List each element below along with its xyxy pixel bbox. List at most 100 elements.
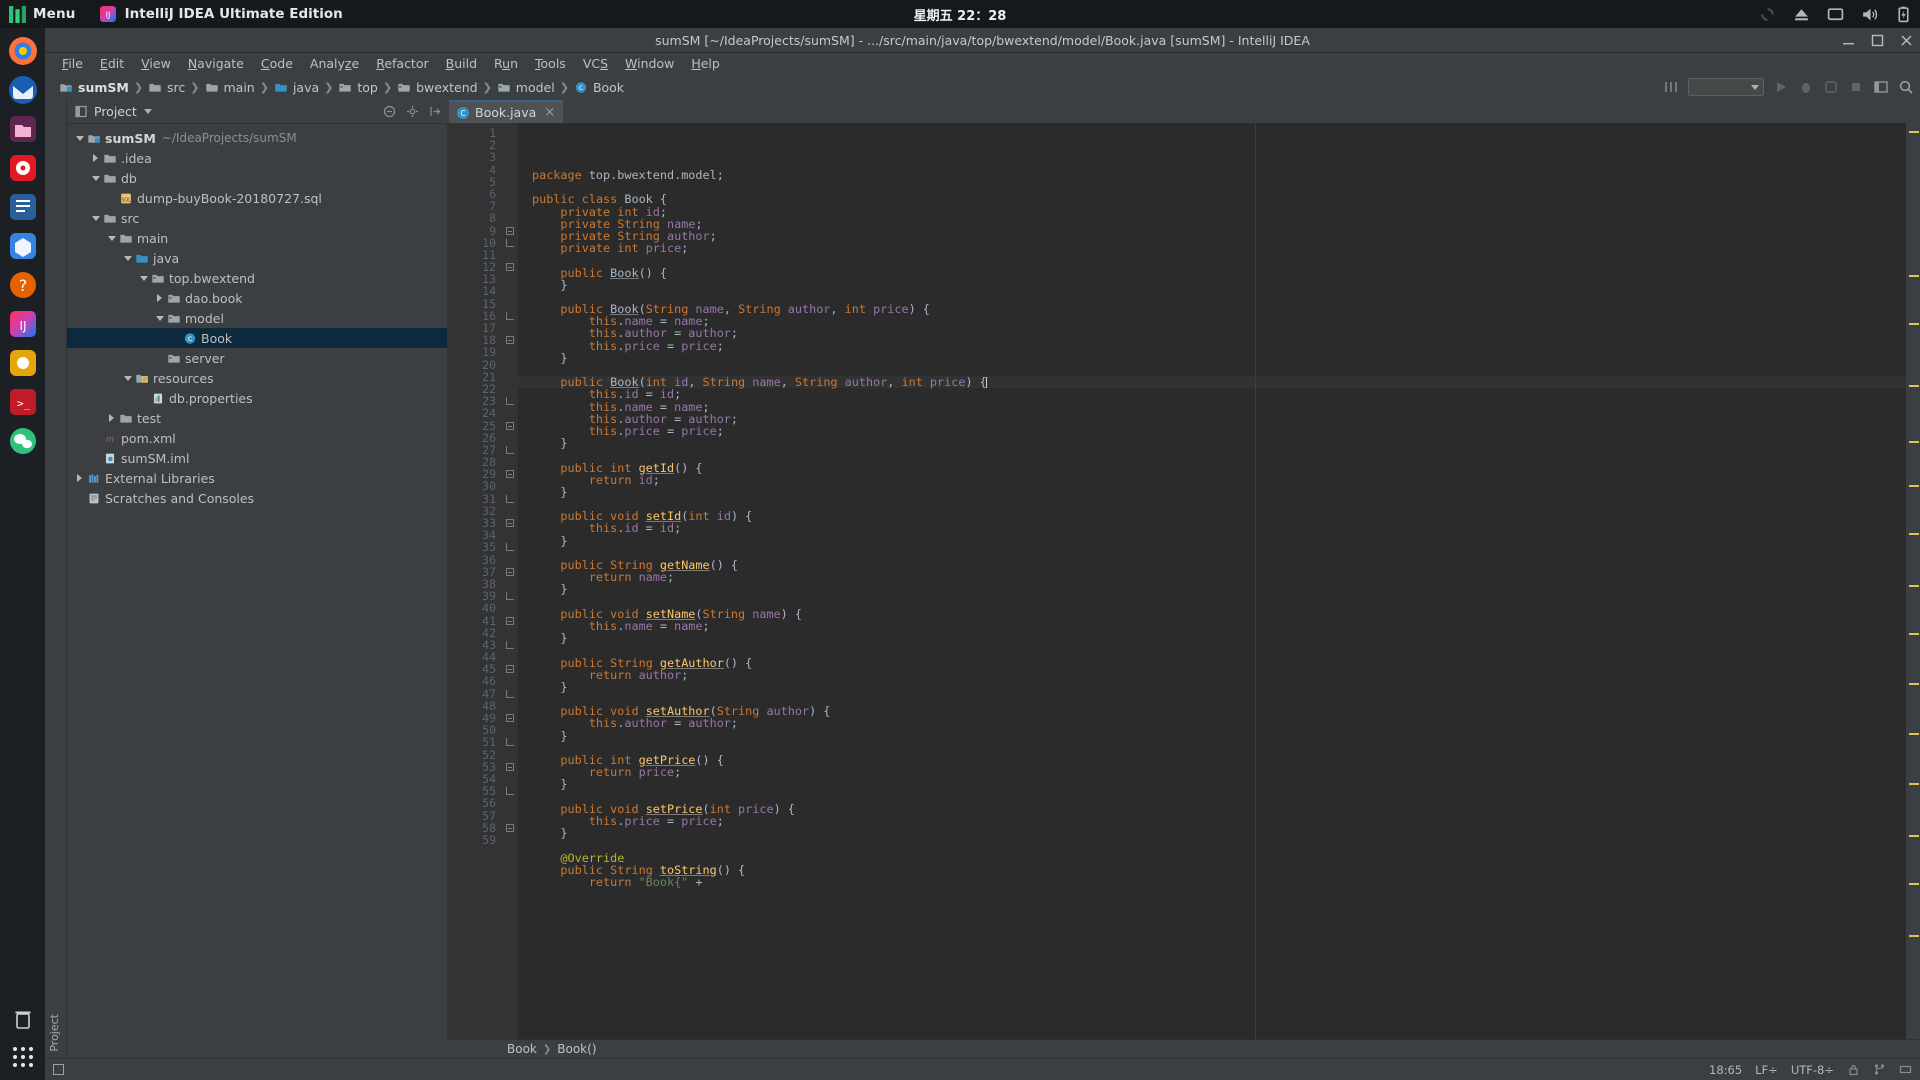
analysis-marker[interactable] [1909,883,1919,885]
active-app-entry[interactable]: IJ IntelliJ IDEA Ultimate Edition [99,6,343,22]
status-toggle-icon[interactable] [53,1064,64,1075]
terminal-icon[interactable]: >_ [6,385,40,419]
code-line[interactable]: } [518,583,1906,595]
fold-collapse-icon[interactable] [502,261,518,273]
tree-node[interactable]: main [67,228,447,248]
project-tree[interactable]: sumSM ~/IdeaProjects/sumSM .idea db SQL dump-… [67,124,447,1058]
chevron-down-icon[interactable] [143,109,152,114]
wechat-icon[interactable] [6,424,40,458]
code-line[interactable]: return "Book{" + [518,876,1906,888]
menu-run[interactable]: Run [486,54,526,73]
fold-end-icon[interactable] [502,541,518,553]
chevron-right-icon[interactable] [89,154,102,162]
tree-node[interactable]: db.properties [67,388,447,408]
chevron-down-icon[interactable] [121,255,134,261]
run-configuration-selector[interactable] [1688,78,1764,96]
code-line[interactable]: public void setPrice(int price) { [518,803,1906,815]
fold-collapse-icon[interactable] [502,663,518,675]
menu-code[interactable]: Code [253,54,301,73]
tree-node-selected[interactable]: C Book [67,328,447,348]
menu-tools[interactable]: Tools [527,54,574,73]
layout-icon[interactable] [1873,79,1889,95]
code-line[interactable]: public String getName() { [518,559,1906,571]
code-line[interactable]: private int id; [518,205,1906,217]
analysis-marker[interactable] [1909,533,1919,535]
chevron-down-icon[interactable] [73,135,86,141]
analysis-marker[interactable] [1909,733,1919,735]
code-line[interactable]: this.name = name; [518,620,1906,632]
files-icon[interactable] [6,112,40,146]
chevron-down-icon[interactable] [105,235,118,241]
breadcrumb-item-src[interactable]: src [144,79,189,96]
code-line[interactable]: private String author; [518,230,1906,242]
code-line[interactable]: public Book(String name, String author, … [518,303,1906,315]
help-icon[interactable]: ? [6,268,40,302]
fold-end-icon[interactable] [502,310,518,322]
tree-node[interactable]: Scratches and Consoles [67,488,447,508]
tree-node[interactable]: resources [67,368,447,388]
menu-help[interactable]: Help [683,54,728,73]
line-separator[interactable]: LF÷ [1755,1063,1778,1077]
thunderbird-icon[interactable] [6,73,40,107]
code-line[interactable] [518,839,1906,851]
memory-icon[interactable] [1899,1063,1912,1076]
analysis-marker[interactable] [1909,323,1919,325]
tree-node[interactable]: .idea [67,148,447,168]
fold-end-icon[interactable] [502,590,518,602]
menu-refactor[interactable]: Refactor [368,54,436,73]
show-applications-icon[interactable] [10,1044,36,1070]
menu-analyze[interactable]: Analyze [302,54,367,73]
menu-window[interactable]: Window [617,54,682,73]
code-line[interactable]: @Override [518,851,1906,864]
menu-navigate[interactable]: Navigate [180,54,252,73]
code-line[interactable]: return id; [518,473,1906,485]
coverage-icon[interactable] [1823,79,1839,95]
menu-view[interactable]: View [133,54,179,73]
breadcrumb-class[interactable]: Book [507,1042,537,1056]
code-line[interactable]: this.author = author; [518,413,1906,425]
trash-icon[interactable] [12,1008,34,1030]
code-line[interactable]: this.author = author; [518,717,1906,729]
file-encoding[interactable]: UTF-8÷ [1791,1063,1834,1077]
code-line[interactable]: public int getPrice() { [518,754,1906,766]
menu-build[interactable]: Build [438,54,485,73]
code-line[interactable]: } [518,352,1906,364]
chevron-right-icon[interactable] [73,474,86,482]
code-line[interactable]: public Book(int id, String name, String … [518,376,1906,388]
code-line[interactable]: this.author = author; [518,327,1906,339]
fold-end-icon[interactable] [502,493,518,505]
code-line[interactable]: } [518,278,1906,290]
code-line[interactable]: return price; [518,766,1906,778]
code-line[interactable]: private int price; [518,242,1906,254]
close-icon[interactable] [1899,33,1914,48]
fold-collapse-icon[interactable] [502,761,518,773]
breadcrumb-item-sumsm[interactable]: sumSM [55,79,133,96]
code-line[interactable] [518,181,1906,193]
code-line[interactable]: public String toString() { [518,863,1906,875]
minimize-icon[interactable] [1841,33,1856,48]
sync-icon[interactable] [1759,6,1776,23]
fold-collapse-icon[interactable] [502,712,518,724]
tree-node[interactable]: model [67,308,447,328]
volume-icon[interactable] [1861,6,1878,23]
chevron-down-icon[interactable] [153,315,166,321]
tree-node[interactable]: src [67,208,447,228]
chevron-right-icon[interactable] [105,414,118,422]
code-line[interactable]: public String getAuthor() { [518,656,1906,668]
stop-icon[interactable] [1848,79,1864,95]
tool-window-button-project[interactable]: Project [48,1014,61,1052]
photos-icon[interactable] [6,346,40,380]
code-line[interactable] [518,742,1906,754]
maximize-icon[interactable] [1870,33,1885,48]
fold-end-icon[interactable] [502,736,518,748]
analysis-marker[interactable] [1909,585,1919,587]
tree-node[interactable]: server [67,348,447,368]
breadcrumb-item-model[interactable]: model [493,79,559,96]
code-text-area[interactable]: package top.bwextend.model; public class… [518,123,1906,1039]
rhythmbox-icon[interactable] [6,151,40,185]
fold-end-icon[interactable] [502,444,518,456]
code-line[interactable]: } [518,632,1906,644]
fold-collapse-icon[interactable] [502,225,518,237]
ubuntu-software-icon[interactable] [6,229,40,263]
tree-node[interactable]: SQL dump-buyBook-20180727.sql [67,188,447,208]
